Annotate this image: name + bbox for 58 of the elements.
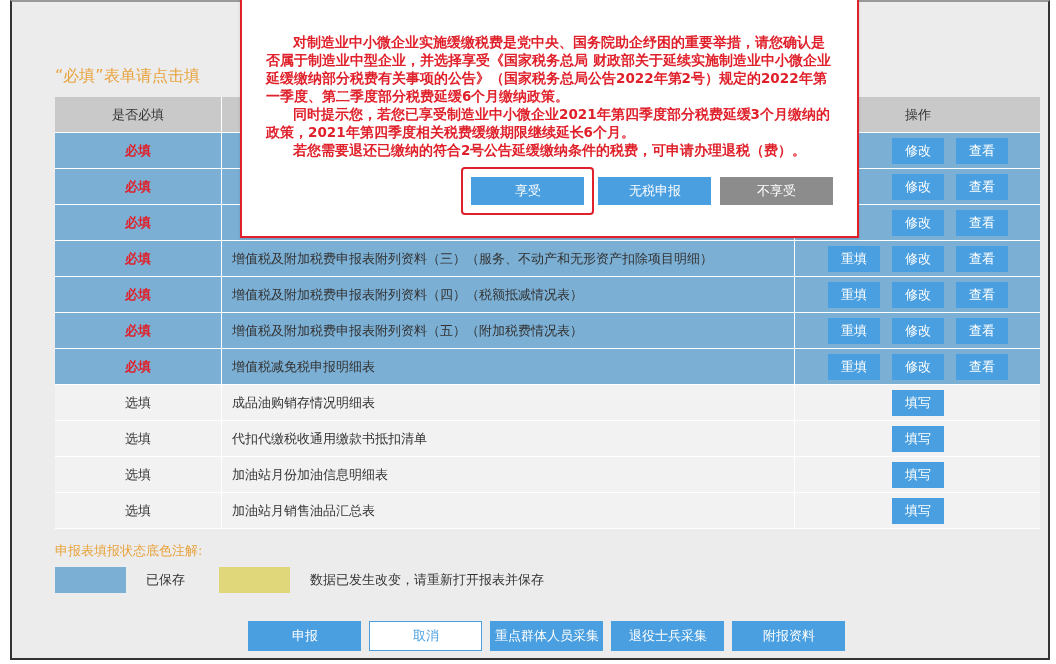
row-action-button[interactable]: 重填 [828,245,880,272]
column-header: 操作 [904,105,931,124]
form-hint: “必填”表单请点击填 [55,65,200,87]
dialog-text: 同时提示您，若您已享受制造业中小微企业2021年第四季度部分税费延缓3个月缴纳的政策，2021年第四季度相关税费缓缴期限继续延长6个月。 [266,105,831,141]
dialog-button[interactable]: 无税申报 [598,177,711,205]
row-action-button[interactable]: 修改 [892,281,944,308]
action-button[interactable]: 附报资料 [732,620,845,651]
dialog-text: 对制造业中小微企业实施缓缴税费是党中央、国务院助企纾困的重要举措，请您确认是否属于制造业中型企业，并选择享受《国家税务总局 财政部关于延续实施制造业中小微企业延缓缴纳部分税费有关事项的公告》（国家税务总局公告2022年第2号）规定的2022年第一季度、第二季度部分税费延缓6个月缴纳政策。 [266,33,832,105]
row-action-button[interactable]: 修改 [892,245,944,272]
row-action-button[interactable]: 查看 [956,317,1008,344]
row-action-button[interactable]: 重填 [828,281,880,308]
row-action-button[interactable]: 修改 [892,209,944,236]
row-action-button[interactable]: 查看 [956,281,1008,308]
action-button[interactable]: 取消 [369,620,482,651]
row-action-button[interactable]: 修改 [892,137,944,164]
row-action-button[interactable]: 修改 [892,317,944,344]
required-label: 选填 [125,429,151,448]
row-action-button[interactable]: 修改 [892,173,944,200]
form-name[interactable]: 加油站月份加油信息明细表 [232,464,388,485]
row-action-button[interactable]: 查看 [956,137,1008,164]
required-label: 必填 [125,177,151,196]
row-action-button[interactable]: 重填 [828,353,880,380]
form-name[interactable]: 增值税减免税申报明细表 [232,356,375,377]
form-name[interactable]: 增值税及附加税费申报表附列资料（四）（税额抵减情况表） [232,284,583,305]
dialog-button[interactable]: 不享受 [720,177,833,205]
form-name[interactable]: 加油站月销售油品汇总表 [232,500,375,521]
required-label: 必填 [125,141,151,160]
required-label: 必填 [125,357,151,376]
row-action-button[interactable]: 查看 [956,209,1008,236]
row-action-button[interactable]: 填写 [891,497,944,524]
row-action-button[interactable]: 填写 [891,425,944,452]
row-action-button[interactable]: 查看 [956,245,1008,272]
row-action-button[interactable]: 查看 [956,353,1008,380]
column-header: 是否必填 [55,97,222,132]
row-action-button[interactable]: 查看 [956,173,1008,200]
row-action-button[interactable]: 填写 [891,389,944,416]
form-name[interactable]: 成品油购销存情况明细表 [232,392,375,413]
row-action-button[interactable]: 修改 [892,353,944,380]
form-name[interactable]: 代扣代缴税收通用缴款书抵扣清单 [232,428,427,449]
form-name[interactable]: 增值税及附加税费申报表附列资料（三）（服务、不动产和无形资产扣除项目明细） [232,248,713,269]
row-action-button[interactable]: 重填 [828,317,880,344]
form-name[interactable]: 增值税及附加税费申报表附列资料（五）（附加税费情况表） [232,320,583,341]
row-action-button[interactable]: 填写 [891,461,944,488]
required-label: 选填 [125,393,151,412]
action-button[interactable]: 申报 [248,620,361,651]
action-button[interactable]: 退役士兵采集 [611,620,724,651]
required-label: 必填 [125,321,151,340]
required-label: 必填 [125,213,151,232]
required-label: 选填 [125,465,151,484]
required-label: 选填 [125,501,151,520]
required-label: 必填 [125,249,151,268]
dialog-button[interactable]: 享受 [471,177,584,205]
action-button[interactable]: 重点群体人员采集 [490,620,603,651]
dialog-text: 若您需要退还已缴纳的符合2号公告延缓缴纳条件的税费，可申请办理退税（费）。 [292,141,808,159]
legend-label: 数据已发生改变，请重新打开报表并保存 [310,570,544,589]
legend-label: 已保存 [146,570,185,589]
legend-title: 申报表填报状态底色注解: [55,542,204,560]
required-label: 必填 [125,285,151,304]
